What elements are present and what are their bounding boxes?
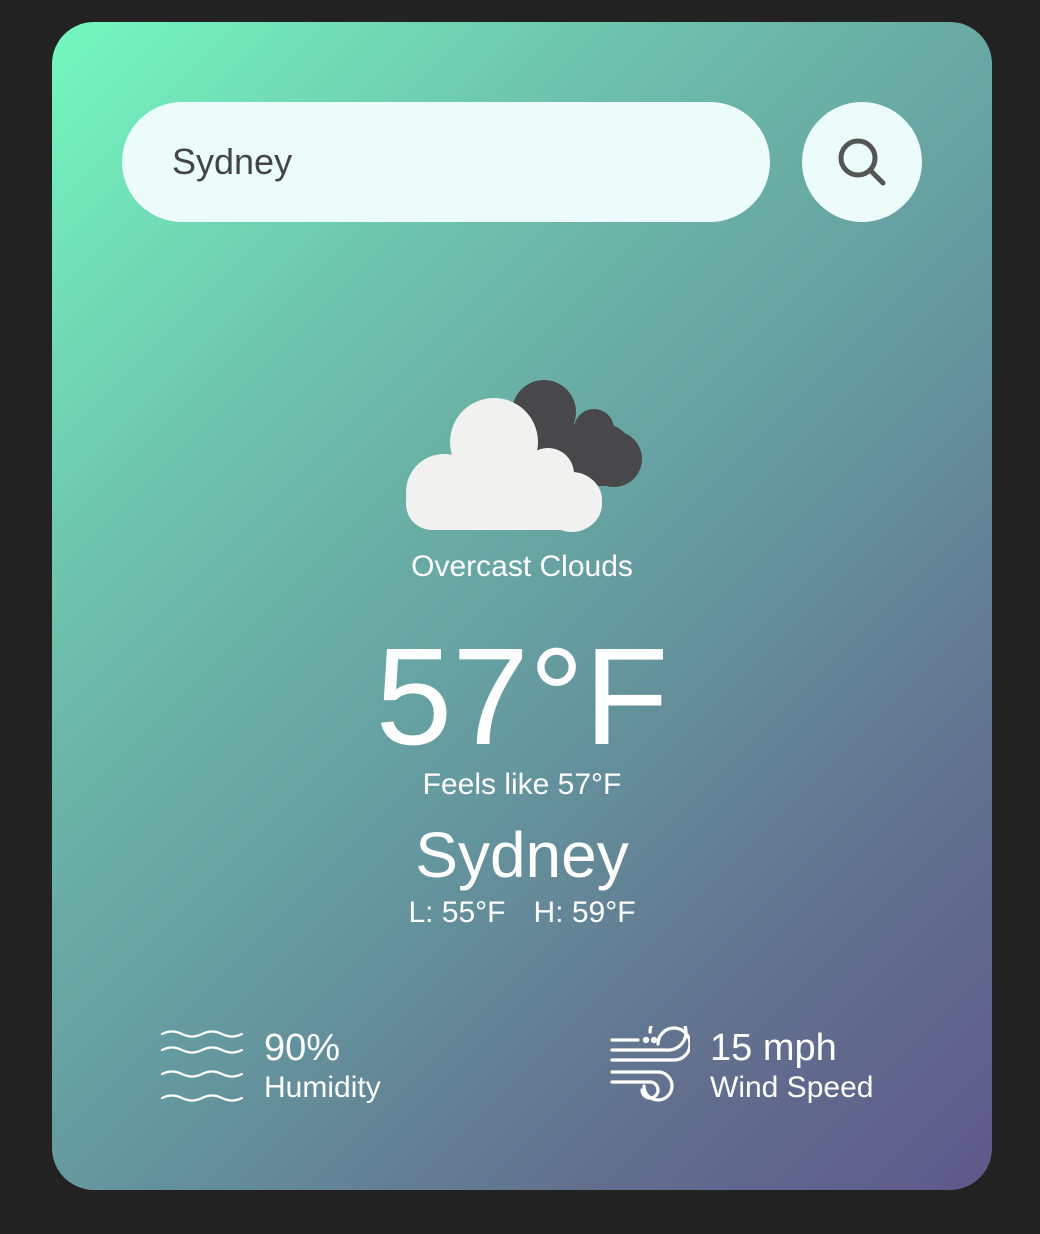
wind-stat: 15 mph Wind Speed	[608, 1026, 873, 1106]
search-button[interactable]	[802, 102, 922, 222]
low-temperature: L: 55°F	[408, 896, 506, 929]
overcast-clouds-icon	[406, 380, 642, 532]
humidity-value: 90%	[264, 1027, 341, 1069]
search-icon	[838, 138, 886, 186]
high-temperature: H: 59°F	[533, 896, 636, 929]
min-max-temperature: L: 55°F H: 59°F	[52, 896, 992, 930]
humidity-stat: 90% Humidity	[160, 1026, 381, 1106]
feels-like: Feels like 57°F	[422, 768, 622, 801]
search-box[interactable]	[122, 102, 770, 222]
weather-card: Overcast Clouds 57°F Feels like 57°F Syd…	[52, 22, 992, 1190]
humidity-label: Humidity	[264, 1071, 381, 1104]
search-input[interactable]	[172, 141, 732, 183]
humidity-waves-icon	[160, 1030, 244, 1102]
wind-speed-label: Wind Speed	[710, 1071, 874, 1104]
wind-speed-value: 15 mph	[710, 1027, 837, 1069]
city-name: Sydney	[415, 819, 629, 891]
current-temperature: 57°F	[375, 620, 669, 774]
weather-condition: Overcast Clouds	[411, 550, 633, 583]
wind-icon	[610, 1026, 690, 1102]
